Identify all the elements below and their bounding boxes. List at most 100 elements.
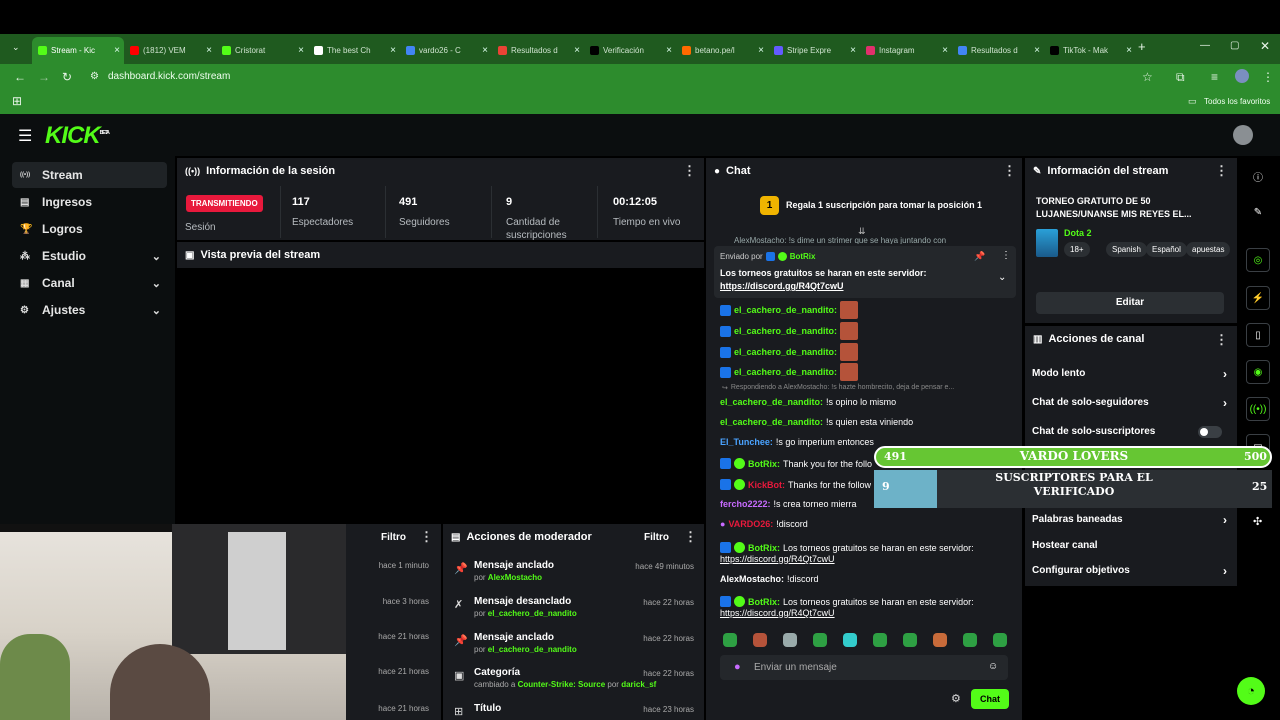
chat-input-placeholder[interactable]: Enviar un mensaje [754, 662, 837, 673]
microphone-icon[interactable]: ● [734, 661, 741, 673]
back-icon[interactable]: ← [14, 70, 26, 84]
channel-actions-menu-icon[interactable]: ⋮ [1215, 332, 1228, 348]
rail-button-5[interactable]: ((•)) [1246, 397, 1270, 421]
rail-edit-button[interactable]: ✎ [1246, 200, 1270, 224]
emote-icon[interactable] [723, 633, 737, 647]
user-avatar[interactable] [1233, 125, 1253, 145]
chat-username[interactable]: KickBot: [748, 480, 785, 490]
emote-icon[interactable] [873, 633, 887, 647]
tab-close-icon[interactable]: × [758, 45, 764, 56]
site-info-icon[interactable]: ⚙ [90, 71, 99, 82]
emote-icon[interactable] [753, 633, 767, 647]
channel-action-modo-lento[interactable]: Modo lento › [1032, 367, 1227, 381]
action-by-user[interactable]: Counter-Strike: Source [518, 680, 606, 689]
chat-username[interactable]: El_Tunchee: [720, 437, 773, 447]
chat-input-box[interactable]: ● Enviar un mensaje ☺ [720, 655, 1008, 680]
info-icon[interactable]: ⓘ [1253, 169, 1263, 184]
maximize-icon[interactable]: ▢ [1230, 40, 1239, 51]
emote-icon[interactable] [843, 633, 857, 647]
emote-icon[interactable] [813, 633, 827, 647]
emote-icon[interactable] [903, 633, 917, 647]
moderator-filter-button[interactable]: Filtro [644, 532, 669, 543]
tab-close-icon[interactable]: × [850, 45, 856, 56]
tab-close-icon[interactable]: × [666, 45, 672, 56]
tab-close-icon[interactable]: × [1126, 45, 1132, 56]
browser-tab[interactable]: Stream - Kic × [32, 37, 124, 64]
channel-action-palabras-baneadas[interactable]: Palabras baneadas › [1032, 513, 1227, 527]
stream-tag[interactable]: Español [1146, 242, 1187, 257]
stream-tag[interactable]: 18+ [1064, 242, 1090, 257]
browser-tab[interactable]: Stripe Expre × [768, 38, 860, 62]
emote-icon[interactable] [783, 633, 797, 647]
tab-close-icon[interactable]: × [206, 45, 212, 56]
gift-sub-prompt[interactable]: Regala 1 suscripción para tomar la posic… [786, 200, 982, 210]
tab-list-icon[interactable]: ⌄ [12, 42, 20, 53]
emote-icon[interactable] [963, 633, 977, 647]
chat-username[interactable]: VARDO26: [728, 519, 773, 529]
apps-grid-icon[interactable]: ⊞ [12, 94, 22, 108]
scroll-down-icon[interactable]: ⇊ [858, 226, 866, 237]
chat-username[interactable]: el_cachero_de_nandito: [734, 367, 837, 377]
chevron-down-icon[interactable]: ⌄ [152, 304, 161, 317]
chat-menu-icon[interactable]: ⋮ [1003, 163, 1016, 179]
layout-icon[interactable]: ✣ [1253, 515, 1262, 528]
url-field[interactable]: dashboard.kick.com/stream [108, 71, 230, 82]
extensions-icon[interactable]: ⧉ [1176, 70, 1185, 85]
media-icon[interactable]: ≡ [1211, 70, 1218, 84]
channel-action-chat-de-solo-seguidores[interactable]: Chat de solo-seguidores › [1032, 396, 1227, 410]
chat-username[interactable]: el_cachero_de_nandito: [734, 326, 837, 336]
toggle-switch[interactable] [1198, 426, 1222, 438]
chevron-down-icon[interactable]: ⌄ [152, 277, 161, 290]
new-tab-icon[interactable]: + [1138, 39, 1146, 54]
all-bookmarks-link[interactable]: Todos los favoritos [1204, 97, 1270, 106]
browser-tab[interactable]: betano.pe/l × [676, 38, 768, 62]
rail-button-3[interactable]: ▯ [1246, 323, 1270, 347]
stream-preview-video[interactable] [177, 268, 704, 524]
rail-button-4[interactable]: ◉ [1246, 360, 1270, 384]
browser-tab[interactable]: Verificación × [584, 38, 676, 62]
browser-tab[interactable]: Instagram × [860, 38, 952, 62]
sidebar-item-ajustes[interactable]: ⚙ Ajustes ⌄ [12, 297, 167, 323]
chat-username[interactable]: AlexMostacho: [720, 574, 784, 584]
menu-kebab-icon[interactable]: ⋮ [1262, 70, 1274, 84]
moderator-action-row[interactable]: ▣ Categoría hace 22 horas cambiado a Counte… [452, 667, 700, 701]
category-name[interactable]: Dota 2 [1064, 228, 1092, 238]
stream-tag[interactable]: apuestas [1186, 242, 1231, 257]
moderator-action-row[interactable]: 📌 Mensaje anclado hace 22 horas por el_cach… [452, 632, 700, 666]
chat-send-button[interactable]: Chat [971, 689, 1009, 709]
profile-avatar[interactable] [1235, 69, 1249, 83]
chevron-down-icon[interactable]: ⌄ [152, 250, 161, 263]
rail-button-2[interactable]: ⚡ [1246, 286, 1270, 310]
kick-logo[interactable]: KICKBETA [45, 122, 110, 150]
chat-username[interactable]: fercho2222: [720, 499, 771, 509]
moderator-action-row[interactable]: ✗ Mensaje desanclado hace 22 horas por el_c… [452, 596, 700, 630]
channel-action-configurar-objetivos[interactable]: Configurar objetivos › [1032, 564, 1227, 578]
action-by-user[interactable]: darick_sf [621, 680, 656, 689]
tab-close-icon[interactable]: × [482, 45, 488, 56]
activity-filter-button[interactable]: Filtro [381, 532, 406, 543]
hamburger-menu-icon[interactable]: ☰ [18, 126, 32, 146]
chat-username[interactable]: el_cachero_de_nandito: [734, 347, 837, 357]
moderator-action-row[interactable]: 📌 Mensaje anclado hace 49 minutos por AlexM… [452, 560, 700, 594]
session-menu-icon[interactable]: ⋮ [683, 163, 696, 179]
chat-username[interactable]: BotRix: [748, 543, 780, 553]
tab-close-icon[interactable]: × [1034, 45, 1040, 56]
pinned-menu-icon[interactable]: ⋮ [1001, 250, 1011, 261]
chat-settings-icon[interactable]: ⚙ [951, 692, 961, 705]
chat-link[interactable]: https://discord.gg/R4Qt7cwU [720, 554, 835, 564]
tab-close-icon[interactable]: × [390, 45, 396, 56]
pinned-user[interactable]: BotRix [790, 252, 816, 261]
channel-action-chat-de-solo-suscriptores[interactable]: Chat de solo-suscriptores [1032, 426, 1227, 438]
chat-username[interactable]: el_cachero_de_nandito: [720, 397, 823, 407]
sidebar-item-canal[interactable]: ▦ Canal ⌄ [12, 270, 167, 296]
action-by-user[interactable]: AlexMostacho [488, 573, 542, 582]
browser-tab[interactable]: Resultados d × [492, 38, 584, 62]
browser-tab[interactable]: (1812) VEM × [124, 38, 216, 62]
emote-icon[interactable] [993, 633, 1007, 647]
reload-icon[interactable]: ↻ [62, 70, 72, 84]
chat-username[interactable]: BotRix: [748, 459, 780, 469]
activity-menu-icon[interactable]: ⋮ [420, 529, 433, 545]
sidebar-item-estudio[interactable]: ⁂ Estudio ⌄ [12, 243, 167, 269]
bookmark-star-icon[interactable]: ☆ [1142, 70, 1153, 84]
close-window-icon[interactable]: ✕ [1260, 39, 1270, 53]
